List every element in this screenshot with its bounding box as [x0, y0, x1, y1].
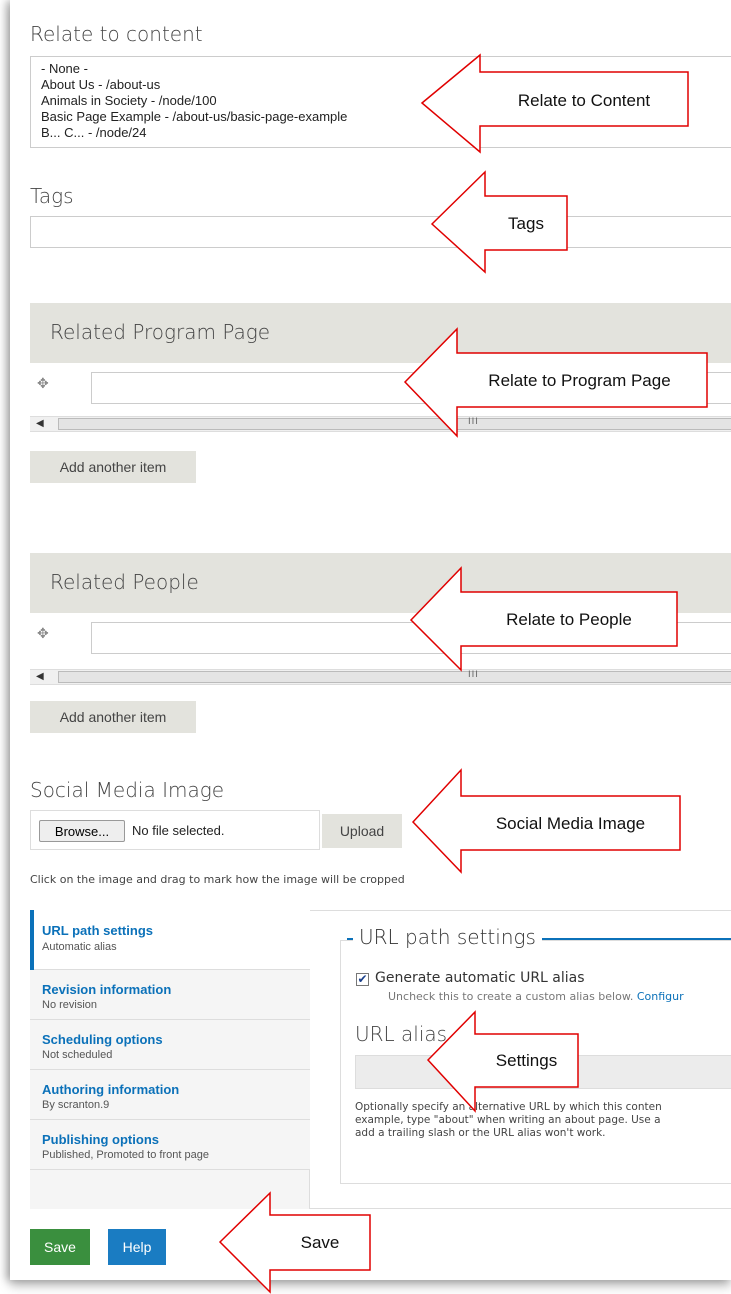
callout-program-text: Relate to Program Page: [488, 371, 671, 390]
callout-save-text: Save: [300, 1233, 340, 1252]
callout-people-text: Relate to People: [506, 610, 632, 629]
callout-settings-text: Settings: [495, 1051, 558, 1070]
callout-social-text: Social Media Image: [495, 814, 646, 833]
callout-tags-text: Tags: [508, 214, 544, 233]
callout-relate-text: Relate to Content: [517, 91, 651, 110]
annotation-layer: [218, 53, 708, 1294]
